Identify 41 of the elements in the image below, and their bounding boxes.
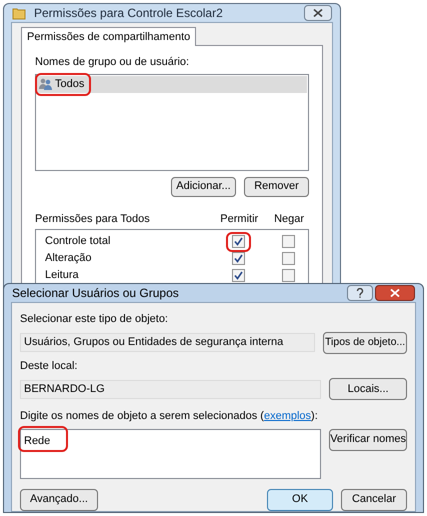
checkbox[interactable] (282, 235, 295, 248)
tab[interactable]: Permissões de compartilhamento (21, 27, 196, 46)
users-icon (39, 78, 53, 90)
locations-button[interactable]: Locais... (329, 378, 407, 400)
window-title: Permissões para Controle Escolar2 (34, 5, 223, 22)
checkbox[interactable] (232, 269, 246, 282)
field-label: Selecionar este tipo de objeto: (20, 312, 169, 327)
ok-button[interactable]: OK (267, 488, 333, 510)
add-button[interactable]: Adicionar... (171, 176, 236, 196)
checkbox[interactable] (232, 252, 246, 265)
permission-name: Leitura (44, 268, 80, 284)
window-title: Selecionar Usuários ou Grupos (12, 285, 179, 302)
column-header: Negar (273, 212, 306, 226)
advanced-button[interactable]: Avançado... (20, 488, 98, 510)
folder-icon (12, 6, 26, 20)
object-type-field: Usuários, Grupos ou Entidades de segurança interna (20, 333, 316, 352)
group-list[interactable]: Todos (35, 74, 309, 170)
permission-name: Alteração (44, 251, 92, 266)
close-button[interactable] (304, 5, 332, 21)
checkbox[interactable] (232, 235, 246, 248)
field-label: Nomes de grupo ou de usuário: (35, 55, 190, 70)
cancel-button[interactable]: Cancelar (341, 488, 407, 510)
close-button[interactable] (375, 285, 415, 301)
field-label: Permissões para Todos (35, 212, 151, 226)
field-label: Digite os nomes de objeto a serem selecionados (exemplos): (20, 409, 319, 424)
help-icon (356, 288, 364, 298)
help-button[interactable] (347, 285, 373, 301)
checkbox[interactable] (282, 252, 295, 265)
remove-button[interactable]: Remover (244, 176, 309, 196)
object-types-button[interactable]: Tipos de objeto... (323, 332, 407, 354)
check-names-button[interactable]: Verificar nomes (329, 428, 407, 450)
column-header: Permitir (219, 212, 260, 226)
checkbox[interactable] (282, 269, 295, 282)
close-icon (313, 9, 323, 17)
close-icon (390, 289, 400, 297)
permission-name: Controle total (44, 234, 112, 250)
annotation-outline (35, 72, 91, 96)
field-label: Deste local: (20, 358, 78, 374)
location-field: BERNARDO-LG (20, 380, 322, 398)
names-field[interactable]: Rede (20, 428, 322, 478)
examples-link[interactable]: exemplos (264, 410, 312, 422)
